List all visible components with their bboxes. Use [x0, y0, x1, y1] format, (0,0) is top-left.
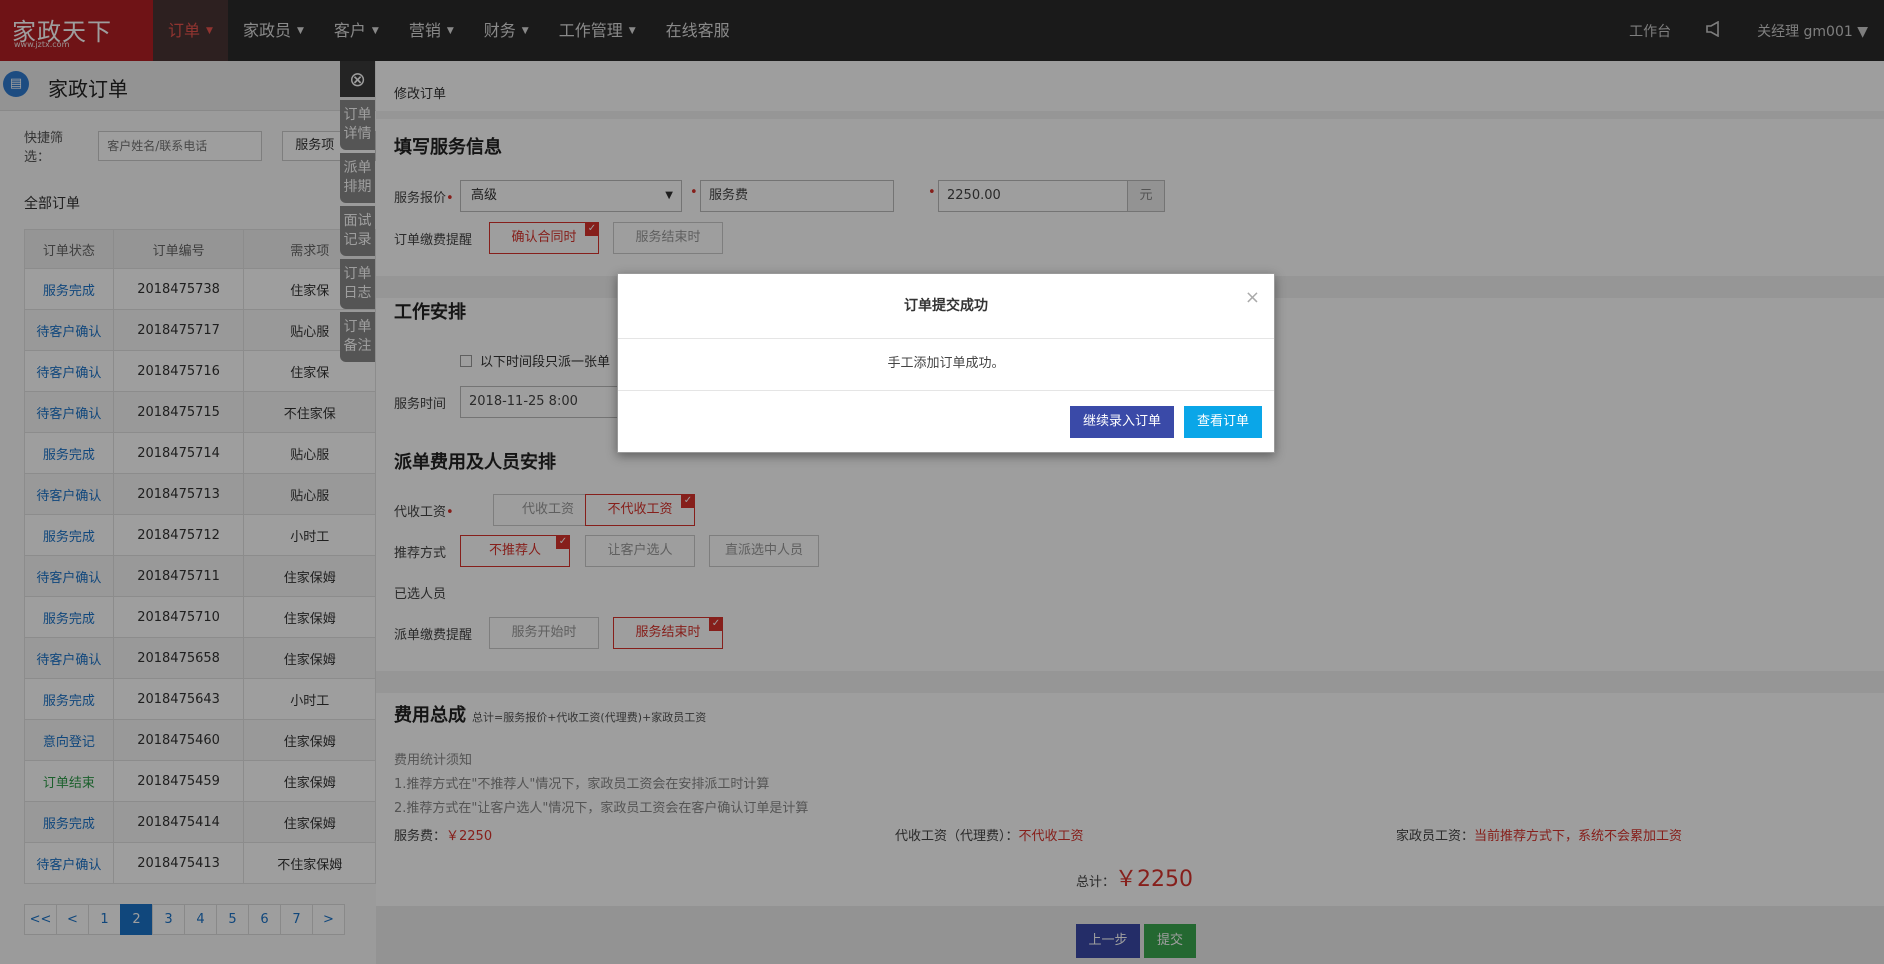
dialog-title: 订单提交成功 [904, 298, 988, 314]
close-icon[interactable]: × [1245, 266, 1260, 330]
view-order-button[interactable]: 查看订单 [1184, 406, 1262, 438]
modal-backdrop[interactable] [0, 0, 1884, 964]
dialog-message: 手工添加订单成功。 [618, 339, 1274, 391]
success-dialog: 订单提交成功 × 手工添加订单成功。 继续录入订单 查看订单 [617, 273, 1275, 453]
dialog-footer: 继续录入订单 查看订单 [618, 391, 1274, 453]
dialog-header: 订单提交成功 × [618, 274, 1274, 339]
continue-entry-button[interactable]: 继续录入订单 [1070, 406, 1174, 438]
